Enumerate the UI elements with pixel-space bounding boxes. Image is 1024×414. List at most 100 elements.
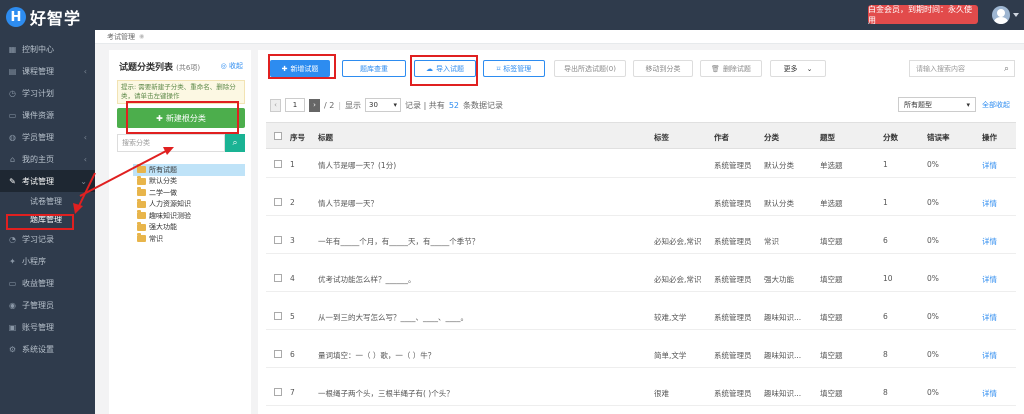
row-tags: 较难,文学 bbox=[654, 313, 687, 322]
sidebar-item-accounts[interactable]: ▣ 账号管理 bbox=[0, 316, 95, 338]
row-type: 填空题 bbox=[820, 389, 843, 398]
sidebar-item-exams[interactable]: ✎ 考试管理 ⌄ bbox=[0, 170, 95, 192]
logo[interactable]: H 好智学 bbox=[6, 5, 81, 29]
tree-item[interactable]: 所有试题 bbox=[133, 164, 245, 176]
tree-item[interactable]: 趣味知识测验 bbox=[133, 210, 245, 222]
row-score: 8 bbox=[883, 350, 888, 359]
table-row[interactable]: 3 一年有_____个月，有_____天，有_____个季节？ 必知必会,常识 系统管… bbox=[266, 225, 1016, 254]
tree-item[interactable]: 二学一做 bbox=[133, 187, 245, 199]
row-detail-link[interactable]: 详情 bbox=[982, 388, 997, 399]
row-checkbox[interactable] bbox=[274, 160, 282, 168]
row-number: 7 bbox=[290, 388, 295, 397]
header-no: 序号 bbox=[290, 133, 305, 142]
delete-question-button[interactable]: 🗑 删除试题 bbox=[700, 60, 762, 77]
header-action: 操作 bbox=[982, 133, 997, 142]
row-checkbox[interactable] bbox=[274, 388, 282, 396]
sidebar-item-income[interactable]: ▭ 收益管理 bbox=[0, 272, 95, 294]
sidebar-item-label: 学习计划 bbox=[22, 88, 54, 98]
row-detail-link[interactable]: 详情 bbox=[982, 160, 997, 171]
row-number: 3 bbox=[290, 236, 295, 245]
row-detail-link[interactable]: 详情 bbox=[982, 198, 997, 209]
page-input[interactable]: 1 bbox=[285, 98, 305, 112]
folder-icon bbox=[137, 221, 146, 231]
tree-item[interactable]: 常识 bbox=[133, 233, 245, 245]
row-author: 系统管理员 bbox=[714, 275, 752, 284]
dedupe-button[interactable]: 题库查重 bbox=[342, 60, 406, 77]
row-checkbox[interactable] bbox=[274, 236, 282, 244]
tree-item[interactable]: 默认分类 bbox=[133, 175, 245, 188]
row-type: 填空题 bbox=[820, 313, 843, 322]
exam-icon: ✎ bbox=[9, 176, 16, 186]
header-title: 标题 bbox=[318, 133, 333, 142]
select-all-checkbox[interactable] bbox=[274, 132, 282, 140]
row-detail-link[interactable]: 详情 bbox=[982, 274, 997, 285]
close-tab-icon[interactable]: ◉ bbox=[139, 33, 144, 40]
sidebar-item-label: 课程管理 bbox=[22, 66, 54, 76]
row-detail-link[interactable]: 详情 bbox=[982, 350, 997, 361]
sidebar-item-sub-admins[interactable]: ◉ 子管理员 bbox=[0, 294, 95, 316]
export-selected-button[interactable]: 导出所选试题(0) bbox=[554, 60, 626, 77]
row-score: 6 bbox=[883, 236, 888, 245]
row-checkbox[interactable] bbox=[274, 198, 282, 206]
top-bar: H 好智学 白金会员，到期时间：永久使用 bbox=[0, 0, 1024, 30]
table-row[interactable]: 2 情人节是哪一天？ 系统管理员 默认分类 单选题 1 0% 详情 bbox=[266, 187, 1016, 216]
sidebar-item-dashboard[interactable]: ▦ 控制中心 bbox=[0, 38, 95, 60]
highlight-add-question bbox=[268, 54, 336, 79]
avatar[interactable] bbox=[992, 6, 1010, 24]
prev-page-button[interactable]: ‹ bbox=[270, 98, 281, 112]
tag-manage-button[interactable]: ⌑ 标签管理 bbox=[483, 60, 545, 77]
row-author: 系统管理员 bbox=[714, 161, 752, 170]
collapse-all-link[interactable]: 全部收起 bbox=[982, 100, 1010, 110]
row-checkbox[interactable] bbox=[274, 312, 282, 320]
search-icon[interactable]: ⌕ bbox=[225, 134, 245, 152]
table-row[interactable]: 5 从一到三的大写怎么写？____、____、____。 较难,文学 系统管理员 趣味知… bbox=[266, 301, 1016, 330]
header-category: 分类 bbox=[764, 133, 779, 142]
tree-item[interactable]: 强大功能 bbox=[133, 221, 245, 234]
table-row[interactable]: 4 优考试功能怎么样？______。 必知必会,常识 系统管理员 强大功能 填空题 10 0%… bbox=[266, 263, 1016, 292]
breadcrumb-label[interactable]: 考试管理 bbox=[107, 32, 135, 42]
row-title: 从一到三的大写怎么写？____、____、____。 bbox=[318, 313, 468, 322]
sidebar-item-settings[interactable]: ⚙ 系统设置 bbox=[0, 338, 95, 360]
sidebar-item-students[interactable]: ◍ 学员管理 ‹ bbox=[0, 126, 95, 148]
tree-item-label: 人力资源知识 bbox=[149, 200, 191, 209]
sidebar-item-records[interactable]: ◔ 学习记录 bbox=[0, 228, 95, 250]
question-search-input[interactable]: 请输入搜索内容 ⌕ bbox=[909, 60, 1015, 77]
row-author: 系统管理员 bbox=[714, 313, 752, 322]
row-detail-link[interactable]: 详情 bbox=[982, 236, 997, 247]
page-size-select[interactable]: 30 ▾ bbox=[365, 98, 402, 112]
tree-item-label: 二学一做 bbox=[149, 188, 177, 197]
sidebar-subitem-papers[interactable]: 试卷管理 bbox=[0, 192, 95, 210]
row-number: 4 bbox=[290, 274, 295, 283]
row-checkbox[interactable] bbox=[274, 274, 282, 282]
category-search-input[interactable]: 搜索分类 bbox=[117, 134, 225, 152]
move-to-category-button[interactable]: 移动到分类 bbox=[633, 60, 693, 77]
vip-badge[interactable]: 白金会员，到期时间：永久使用 bbox=[868, 5, 978, 25]
row-detail-link[interactable]: 详情 bbox=[982, 312, 997, 323]
folder-icon bbox=[137, 164, 146, 174]
tree-item-label: 趣味知识测验 bbox=[149, 211, 191, 220]
sidebar-item-label: 账号管理 bbox=[22, 322, 54, 332]
delete-question-label: 删除试题 bbox=[722, 64, 751, 73]
tree-item[interactable]: 人力资源知识 bbox=[133, 198, 245, 211]
sidebar-item-plan[interactable]: ◷ 学习计划 bbox=[0, 82, 95, 104]
row-error-rate: 0% bbox=[927, 350, 939, 359]
sidebar-item-label: 我的主页 bbox=[22, 154, 54, 164]
sidebar-item-home[interactable]: ⌂ 我的主页 ‹ bbox=[0, 148, 95, 170]
table-row[interactable]: 7 一根绳子两个头，三根半绳子有( )个头？ 很难 系统管理员 趣味知识... 填空题 8 0… bbox=[266, 377, 1016, 406]
collapse-link[interactable]: ◎ 收起 bbox=[221, 61, 243, 71]
sidebar-item-resources[interactable]: ▭ 课件资源 bbox=[0, 104, 95, 126]
search-icon[interactable]: ⌕ bbox=[1004, 64, 1009, 74]
question-type-select[interactable]: 所有题型 ▾ bbox=[898, 97, 976, 112]
next-page-button[interactable]: › bbox=[309, 98, 320, 112]
table-row[interactable]: 1 情人节是哪一天？(1分) 系统管理员 默认分类 单选题 1 0% 详情 bbox=[266, 149, 1016, 178]
row-score: 6 bbox=[883, 312, 888, 321]
row-checkbox[interactable] bbox=[274, 350, 282, 358]
sidebar-item-miniapp[interactable]: ✦ 小程序 bbox=[0, 250, 95, 272]
more-dropdown[interactable]: 更多 ⌄ bbox=[770, 60, 826, 77]
sidebar-item-courses[interactable]: ▤ 课程管理 ‹ bbox=[0, 60, 95, 82]
folder-icon bbox=[137, 175, 146, 185]
settings-icon: ⚙ bbox=[8, 344, 17, 354]
row-title: 优考试功能怎么样？______。 bbox=[318, 275, 416, 284]
chevron-down-icon[interactable] bbox=[1013, 13, 1019, 17]
table-row[interactable]: 6 量词填空：一（ ）歌，一（ ）牛？ 简单,文学 系统管理员 趣味知识... 填空题 8 0… bbox=[266, 339, 1016, 368]
